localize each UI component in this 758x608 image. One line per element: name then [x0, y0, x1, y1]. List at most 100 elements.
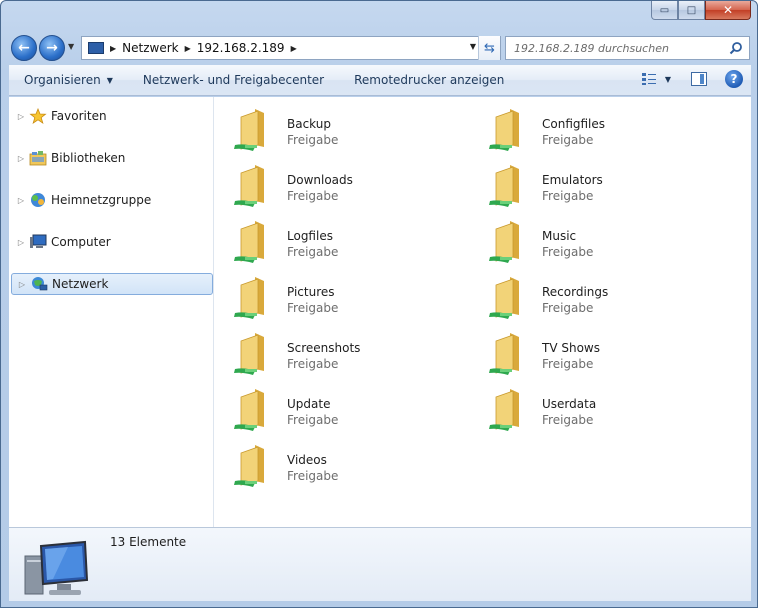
shared-folder-icon: [489, 221, 519, 263]
share-type: Freigabe: [542, 133, 594, 147]
arrow-left-icon: ←: [18, 40, 30, 56]
share-name: Recordings: [542, 285, 609, 299]
share-item-pictures[interactable]: Pictures Freigabe: [215, 269, 445, 321]
search-box[interactable]: [505, 36, 750, 60]
share-name: Videos: [287, 453, 327, 467]
preview-pane-icon[interactable]: [691, 72, 707, 86]
share-item-videos[interactable]: Videos Freigabe: [215, 437, 445, 489]
sidebar-item-homegroup[interactable]: ▷ Heimnetzgruppe: [11, 189, 213, 211]
expand-arrow-icon[interactable]: ▷: [15, 238, 27, 247]
share-item-logfiles[interactable]: Logfiles Freigabe: [215, 213, 445, 265]
caption-buttons: ▭ □ ✕: [651, 1, 751, 20]
breadcrumb-netzwerk[interactable]: Netzwerk: [122, 41, 178, 55]
expand-arrow-icon[interactable]: ▷: [15, 154, 27, 163]
shared-folder-icon: [234, 333, 264, 375]
maximize-button[interactable]: □: [678, 1, 705, 20]
sidebar-item-label: Computer: [51, 235, 111, 249]
search-icon[interactable]: [729, 41, 743, 55]
shared-folder-icon: [489, 277, 519, 319]
minimize-button[interactable]: ▭: [651, 1, 678, 20]
arrow-right-icon: →: [46, 40, 58, 56]
change-view-icon[interactable]: [641, 72, 657, 86]
sidebar-item-libraries[interactable]: ▷ Bibliotheken: [11, 147, 213, 169]
share-name: Configfiles: [542, 117, 606, 131]
file-list[interactable]: Backup Freigabe Configfiles Freigabe Dow…: [215, 97, 751, 527]
refresh-button[interactable]: ⇆: [478, 36, 500, 60]
share-type: Freigabe: [287, 133, 339, 147]
shared-folder-icon: [489, 333, 519, 375]
shared-folder-icon: [234, 277, 264, 319]
shared-folder-icon: [489, 165, 519, 207]
share-item-configfiles[interactable]: Configfiles Freigabe: [470, 101, 700, 153]
share-type: Freigabe: [287, 245, 339, 259]
star-icon: [29, 108, 47, 124]
shared-folder-icon: [489, 389, 519, 431]
help-icon[interactable]: ?: [725, 70, 743, 88]
share-name: Userdata: [542, 397, 597, 411]
item-count: 13 Elemente: [110, 535, 187, 549]
share-type: Freigabe: [542, 301, 594, 315]
share-item-update[interactable]: Update Freigabe: [215, 381, 445, 433]
explorer-window: ▭ □ ✕ ← → ▼ ▶ Netzwerk ▶ 192.168.2.189 ▶…: [0, 0, 758, 608]
address-dropdown-icon[interactable]: ▼: [470, 42, 476, 51]
back-button[interactable]: ←: [11, 35, 37, 61]
share-item-screenshots[interactable]: Screenshots Freigabe: [215, 325, 445, 377]
share-item-music[interactable]: Music Freigabe: [470, 213, 700, 265]
share-type: Freigabe: [287, 357, 339, 371]
share-item-emulators[interactable]: Emulators Freigabe: [470, 157, 700, 209]
breadcrumb-chevron-icon[interactable]: ▶: [110, 44, 116, 53]
homegroup-icon: [31, 193, 45, 207]
chevron-down-icon: ▼: [106, 75, 113, 85]
forward-button[interactable]: →: [39, 35, 65, 61]
share-item-userdata[interactable]: Userdata Freigabe: [470, 381, 700, 433]
network-computer-icon: [24, 540, 89, 595]
computer-icon: [30, 234, 47, 248]
breadcrumb-chevron-icon[interactable]: ▶: [185, 44, 191, 53]
history-dropdown-icon[interactable]: ▼: [68, 42, 74, 51]
share-item-downloads[interactable]: Downloads Freigabe: [215, 157, 445, 209]
view-dropdown-icon[interactable]: ▼: [665, 75, 671, 84]
share-item-backup[interactable]: Backup Freigabe: [215, 101, 445, 153]
share-type: Freigabe: [287, 301, 339, 315]
sidebar-item-computer[interactable]: ▷ Computer: [11, 231, 213, 253]
shared-folder-icon: [234, 221, 264, 263]
details-pane: 13 Elemente: [9, 527, 751, 601]
organize-label: Organisieren: [24, 73, 101, 87]
show-remote-printers-button[interactable]: Remotedrucker anzeigen: [339, 65, 519, 95]
organize-menu[interactable]: Organisieren ▼: [9, 65, 128, 95]
share-name: Logfiles: [287, 229, 333, 243]
navigation-pane[interactable]: ▷ Favoriten ▷ Bibliotheken ▷ Heimnetzgru…: [9, 97, 214, 527]
expand-arrow-icon[interactable]: ▷: [16, 280, 28, 289]
share-type: Freigabe: [287, 469, 339, 483]
share-name: Backup: [287, 117, 331, 131]
shared-folder-icon: [234, 389, 264, 431]
breadcrumb-chevron-icon[interactable]: ▶: [291, 44, 297, 53]
sidebar-item-label: Netzwerk: [52, 277, 109, 291]
share-name: Pictures: [287, 285, 335, 299]
close-button[interactable]: ✕: [705, 1, 751, 20]
search-input[interactable]: [514, 41, 719, 55]
share-type: Freigabe: [542, 413, 594, 427]
sidebar-item-label: Heimnetzgruppe: [51, 193, 152, 207]
expand-arrow-icon[interactable]: ▷: [15, 112, 27, 121]
share-item-tv-shows[interactable]: TV Shows Freigabe: [470, 325, 700, 377]
refresh-icon: ⇆: [484, 40, 495, 56]
network-location-icon: [88, 42, 104, 54]
share-item-recordings[interactable]: Recordings Freigabe: [470, 269, 700, 321]
sidebar-item-network[interactable]: ▷ Netzwerk: [11, 273, 213, 295]
toolbar-right: ▼ ?: [641, 70, 743, 88]
sidebar-item-label: Favoriten: [51, 109, 107, 123]
address-row: ← → ▼ ▶ Netzwerk ▶ 192.168.2.189 ▶ ▼ ⇆: [9, 33, 750, 61]
share-name: Downloads: [287, 173, 353, 187]
shared-folder-icon: [234, 445, 264, 487]
share-type: Freigabe: [542, 357, 594, 371]
share-name: Screenshots: [287, 341, 361, 355]
shared-folder-icon: [234, 165, 264, 207]
sidebar-item-favorites[interactable]: ▷ Favoriten: [11, 105, 213, 127]
breadcrumb-host[interactable]: 192.168.2.189: [197, 41, 285, 55]
shared-folder-icon: [489, 109, 519, 151]
address-bar[interactable]: ▶ Netzwerk ▶ 192.168.2.189 ▶ ▼ ⇆: [81, 36, 501, 60]
network-sharing-center-button[interactable]: Netzwerk- und Freigabecenter: [128, 65, 339, 95]
expand-arrow-icon[interactable]: ▷: [15, 196, 27, 205]
command-bar: Organisieren ▼ Netzwerk- und Freigabecen…: [9, 65, 751, 96]
